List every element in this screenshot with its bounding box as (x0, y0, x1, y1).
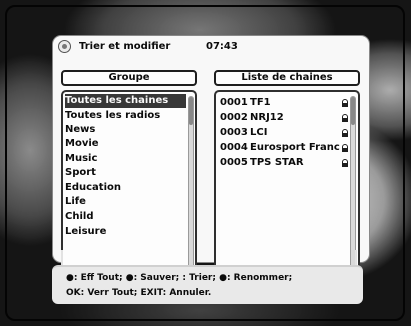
lock-icon (342, 114, 348, 122)
channel-number: 0002 (220, 112, 248, 123)
window-title: Trier et modifier (79, 41, 171, 52)
channel-name: NRJ12 (250, 112, 284, 123)
channel-number: 0005 (220, 157, 248, 168)
channel-row[interactable]: 0005 TPS STAR (218, 156, 354, 170)
lock-icon (342, 99, 348, 107)
channel-row[interactable]: 0002 NRJ12 (218, 111, 354, 125)
channel-number: 0004 (220, 142, 248, 153)
group-item[interactable]: Movie (65, 137, 99, 151)
channel-number: 0001 (220, 97, 248, 108)
help-line-1: ●: Eff Tout; ●: Sauver; : Trier; ●: Reno… (66, 273, 293, 283)
group-item[interactable]: News (65, 123, 95, 137)
channel-list-header: Liste de chaines (214, 70, 360, 86)
channel-name: LCI (250, 127, 268, 138)
group-item[interactable]: Toutes les radios (65, 109, 160, 123)
channel-name: TPS STAR (250, 157, 304, 168)
channel-row[interactable]: 0003 LCI (218, 126, 354, 140)
group-item[interactable]: Sport (65, 166, 96, 180)
menu-icon (58, 40, 71, 53)
channel-row[interactable]: 0004 Eurosport Franc (218, 141, 354, 155)
lock-icon (342, 129, 348, 137)
help-bar: ●: Eff Tout; ●: Sauver; : Trier; ●: Reno… (52, 265, 363, 304)
channel-scroll-thumb[interactable] (351, 97, 355, 125)
group-item[interactable]: Music (65, 152, 97, 166)
channel-name: TF1 (250, 97, 271, 108)
group-item[interactable]: Education (65, 181, 121, 195)
group-list[interactable]: Toutes les chaines Toutes les radios New… (61, 90, 197, 284)
channel-name: Eurosport Franc (250, 142, 340, 153)
group-header: Groupe (61, 70, 197, 86)
group-item[interactable]: Child (65, 210, 93, 224)
sort-edit-window: Trier et modifier 07:43 Groupe Toutes le… (53, 36, 369, 284)
lock-icon (342, 159, 348, 167)
divider (355, 250, 357, 266)
group-scroll-thumb[interactable] (189, 97, 193, 125)
help-line-2: OK: Verr Tout; EXIT: Annuler. (66, 288, 212, 298)
channel-number: 0003 (220, 127, 248, 138)
group-item[interactable]: Leisure (65, 225, 106, 239)
lock-icon (342, 144, 348, 152)
group-scrollbar[interactable] (188, 96, 194, 280)
channel-list[interactable]: 0001 TF1 0002 NRJ12 0003 LCI 0004 Eurosp… (214, 90, 360, 284)
group-item[interactable]: Life (65, 195, 86, 209)
clock: 07:43 (206, 41, 238, 52)
divider (61, 250, 63, 266)
group-item[interactable]: Toutes les chaines (65, 94, 186, 108)
channel-row[interactable]: 0001 TF1 (218, 96, 354, 110)
